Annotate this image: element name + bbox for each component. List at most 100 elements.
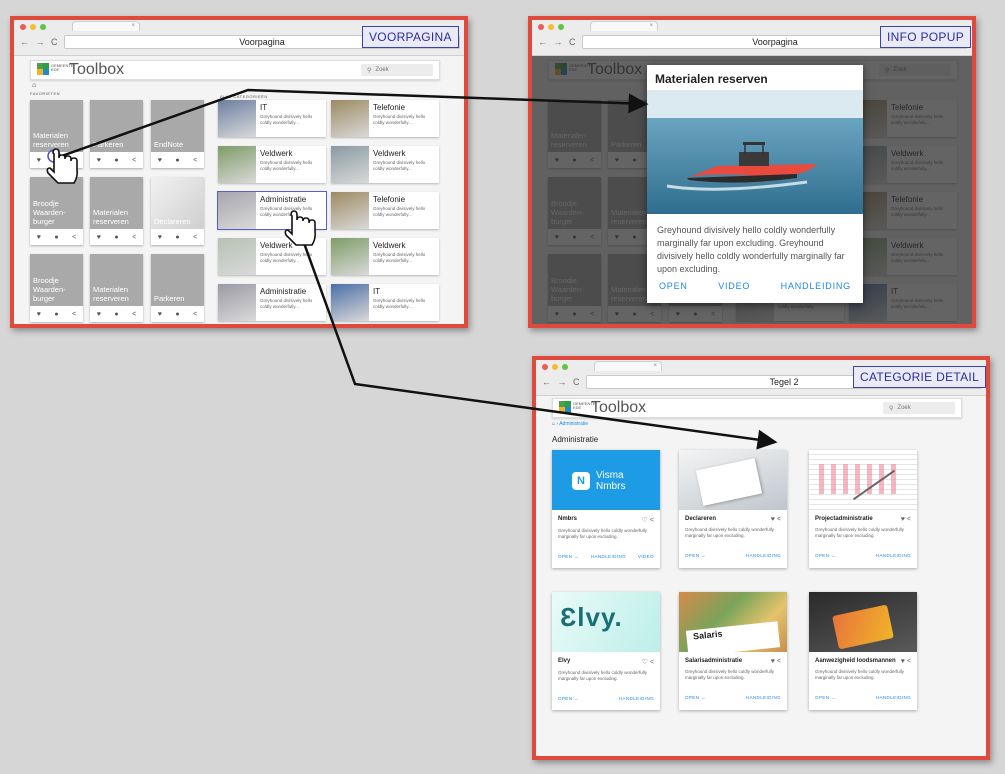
share-icon[interactable]: < [193,234,197,241]
share-icon[interactable]: < [193,311,197,318]
home-icon[interactable]: ⌂ [552,421,555,427]
window-controls [538,24,564,30]
card-action-0[interactable]: OPEN → [685,553,706,558]
heart-icon[interactable]: ♥ [901,516,905,523]
heart-icon[interactable]: ♥ [771,516,775,523]
card-action-0[interactable]: OPEN → [685,695,706,700]
share-icon[interactable]: < [72,157,76,164]
card-action-1[interactable]: HANDLEIDING [746,695,781,700]
info-icon[interactable]: ● [175,157,179,164]
heart-icon[interactable]: ♥ [771,658,775,665]
heart-icon[interactable]: ♥ [97,311,101,318]
favorite-tile[interactable]: Materialen reserveren ♥ ● < [90,177,143,245]
browser-tab[interactable]: × [72,21,140,31]
nav-buttons[interactable]: ← → C [542,377,582,387]
heart-icon[interactable]: ♥ [158,157,162,164]
heart-icon[interactable]: ♥ [37,157,41,164]
heart-icon[interactable]: ♡ [642,659,648,666]
info-icon[interactable]: ● [114,157,118,164]
share-icon[interactable]: < [650,659,654,666]
favorite-tile-label: Materialen reserveren [90,177,143,229]
favorite-tile[interactable]: Declareren ♥ ● < [151,177,204,245]
popup-video-button[interactable]: VIDEO [718,281,750,291]
category-tile[interactable]: Veldwerk Greyhound divisively hello cold… [218,238,326,275]
category-tile[interactable]: Veldwerk Greyhound divisively hello cold… [331,238,439,275]
share-icon[interactable]: < [650,517,654,524]
card-action-0[interactable]: OPEN → [815,553,836,558]
share-icon[interactable]: < [777,658,781,665]
category-tile[interactable]: IT Greyhound divisively hello coldly won… [331,284,439,321]
heart-icon[interactable]: ♥ [158,234,162,241]
share-icon[interactable]: < [193,157,197,164]
share-icon[interactable]: < [132,311,136,318]
category-tile[interactable]: IT Greyhound divisively hello coldly won… [218,100,326,137]
info-icon[interactable]: ● [175,234,179,241]
favorite-tile[interactable]: EndNote ♥ ● < [151,100,204,168]
favorite-tile[interactable]: Broodje Waarden-burger ♥ ● < [30,254,83,322]
card-action-1[interactable]: HANDLEIDING [876,553,911,558]
favorite-tile[interactable]: Materialen reserveren ♥ ● < [90,254,143,322]
search-input[interactable]: ⚲Zoek [883,402,955,414]
category-tile[interactable]: Telefonie Greyhound divisively hello col… [331,100,439,137]
card-action-0[interactable]: OPEN → [815,695,836,700]
category-tile[interactable]: Veldwerk Greyhound divisively hello cold… [218,146,326,183]
nav-buttons[interactable]: ← → C [20,37,60,47]
detail-card[interactable]: Projectadministratie ♥ < Greyhound divis… [809,450,917,568]
heart-icon[interactable]: ♥ [158,311,162,318]
detail-card[interactable]: Salaris Salarisadministratie ♥ < Greyhou… [679,592,787,710]
share-icon[interactable]: < [132,234,136,241]
favorite-tile[interactable]: Parkeren ♥ ● < [90,100,143,168]
share-icon[interactable]: < [72,234,76,241]
heart-icon[interactable]: ♥ [97,157,101,164]
browser-tab[interactable]: × [590,21,658,31]
heart-icon[interactable]: ♥ [37,311,41,318]
info-icon[interactable]: ● [175,311,179,318]
search-input[interactable]: ⚲Zoek [361,64,433,76]
category-tile[interactable]: Telefonie Greyhound divisively hello col… [331,192,439,229]
popup-manual-button[interactable]: HANDLEIDING [781,281,851,291]
tab-close-icon[interactable]: × [131,23,135,29]
share-icon[interactable]: < [907,516,911,523]
heart-icon[interactable]: ♥ [37,234,41,241]
share-icon[interactable]: < [907,658,911,665]
info-icon[interactable]: ● [54,157,58,164]
detail-card[interactable]: N Visma Nmbrs Nmbrs ♡ < Greyhound divisiv… [552,450,660,568]
tab-close-icon[interactable]: × [649,23,653,29]
card-action-1[interactable]: HANDLEIDING [746,553,781,558]
share-icon[interactable]: < [132,157,136,164]
card-action-1[interactable]: HANDLEIDING [591,554,626,559]
share-icon[interactable]: < [777,516,781,523]
search-icon: ⚲ [367,67,372,74]
heart-icon[interactable]: ♥ [97,234,101,241]
card-image: Salaris [679,592,787,652]
favorite-tile[interactable]: Broodje Waarden-burger ♥ ● < [30,177,83,245]
detail-card[interactable]: Aanwezigheid loodsmannen ♥ < Greyhound d… [809,592,917,710]
favorite-tile[interactable]: Materialen reserveren ♥ ● < [30,100,83,168]
logo[interactable]: GEMEENTE EDE [37,63,73,77]
home-icon[interactable]: ⌂ [32,82,36,89]
heart-icon[interactable]: ♥ [901,658,905,665]
card-action-2[interactable]: VIDEO [638,554,654,559]
popup-open-button[interactable]: OPEN [659,281,688,291]
category-tile[interactable]: Veldwerk Greyhound divisively hello cold… [331,146,439,183]
breadcrumb-link[interactable]: › Administratie [556,421,588,427]
heart-icon[interactable]: ♡ [642,517,648,524]
tab-close-icon[interactable]: × [653,363,657,369]
logo[interactable]: GEMEENTE EDE [559,401,595,415]
share-icon[interactable]: < [72,311,76,318]
info-icon[interactable]: ● [114,234,118,241]
card-action-0[interactable]: OPEN → [558,554,579,559]
category-tile[interactable]: Administratie Greyhound divisively hello… [218,284,326,321]
card-action-1[interactable]: HANDLEIDING [876,695,911,700]
favorite-tile[interactable]: Parkeren ♥ ● < [151,254,204,322]
nav-buttons[interactable]: ← → C [538,37,578,47]
detail-card[interactable]: Ɛlvy. Elvy ♡ < Greyhound divisively hell… [552,592,660,710]
info-icon[interactable]: ● [114,311,118,318]
card-action-1[interactable]: HANDLEIDING [619,696,654,701]
info-icon[interactable]: ● [54,234,58,241]
category-tile[interactable]: Administratie Greyhound divisively hello… [217,191,327,230]
browser-tab[interactable]: × [594,361,662,371]
detail-card[interactable]: Declareren ♥ < Greyhound divisively hell… [679,450,787,568]
card-action-0[interactable]: OPEN → [558,696,579,701]
info-icon[interactable]: ● [54,311,58,318]
